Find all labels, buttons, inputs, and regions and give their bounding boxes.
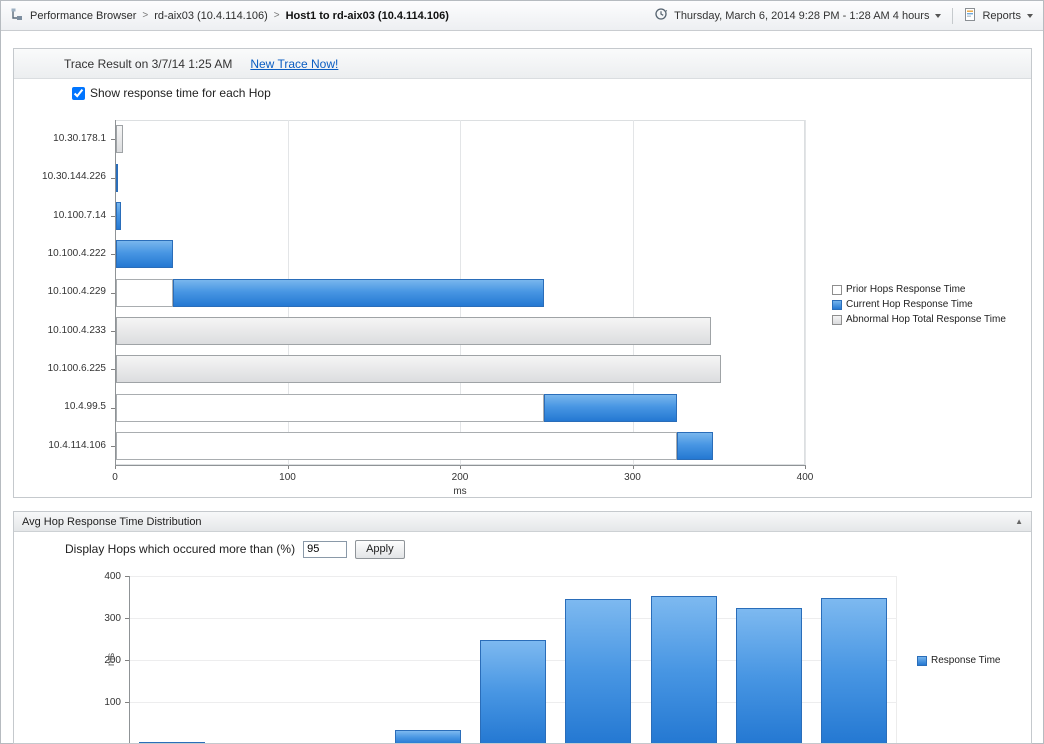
category-label: 10.100.6.225 (14, 350, 106, 388)
page: Performance Browser > rd-aix03 (10.4.114… (0, 0, 1044, 744)
x-tick-label: 400 (785, 472, 825, 483)
time-range-icon (654, 7, 668, 24)
breadcrumb-performance-browser[interactable]: Performance Browser (30, 10, 136, 22)
topbar-right: Thursday, March 6, 2014 9:28 PM - 1:28 A… (654, 7, 1033, 24)
prior-hops-swatch (832, 285, 842, 295)
breadcrumb: Performance Browser > rd-aix03 (10.4.114… (11, 8, 654, 24)
response-time-bar (736, 608, 802, 744)
abnormal-hop-bar (116, 355, 721, 383)
response-time-swatch (917, 656, 927, 666)
y-tick-label: 100 (91, 697, 121, 708)
current-hop-bar (116, 164, 118, 192)
x-tick-label: 0 (95, 472, 135, 483)
hop-filter-row: Display Hops which occured more than (%)… (65, 539, 405, 559)
x-tick-label: 100 (268, 472, 308, 483)
time-range-selector[interactable]: Thursday, March 6, 2014 9:28 PM - 1:28 A… (674, 10, 929, 22)
topbar-divider (952, 8, 953, 24)
category-label: 10.4.114.106 (14, 427, 106, 465)
distribution-panel: Avg Hop Response Time Distribution ▲ 100… (13, 511, 1032, 744)
y-tick-label: 400 (91, 571, 121, 582)
category-label: 10.30.178.1 (14, 120, 106, 158)
gridline (129, 576, 897, 577)
category-label: 10.100.7.14 (14, 197, 106, 235)
breadcrumb-current-page: Host1 to rd-aix03 (10.4.114.106) (286, 10, 449, 22)
current-hop-bar (116, 202, 121, 230)
y-tick-label: 300 (91, 613, 121, 624)
legend-item-abnormal: Abnormal Hop Total Response Time (832, 314, 1006, 325)
prior-hops-bar (116, 394, 544, 422)
legend-label: Abnormal Hop Total Response Time (846, 314, 1006, 325)
x-axis-label: ms (115, 486, 805, 497)
legend-label: Response Time (931, 655, 1000, 666)
response-time-bar (480, 640, 546, 744)
prior-hops-bar (116, 432, 677, 460)
trace-result-header: Trace Result on 3/7/14 1:25 AM New Trace… (14, 49, 1031, 79)
y-axis (129, 576, 130, 744)
x-axis (115, 465, 806, 466)
trace-result-title: Trace Result on 3/7/14 1:25 AM (64, 57, 232, 71)
current-hop-bar (173, 279, 544, 307)
response-time-bar (565, 599, 631, 744)
chevron-down-icon[interactable] (1027, 14, 1033, 18)
legend-label: Current Hop Response Time (846, 299, 973, 310)
trace-result-panel: Trace Result on 3/7/14 1:25 AM New Trace… (13, 48, 1032, 498)
distribution-chart-legend: Response Time (917, 655, 1000, 666)
trace-chart-legend: Prior Hops Response Time Current Hop Res… (832, 284, 1006, 325)
gridline (805, 120, 806, 465)
x-tick-label: 300 (613, 472, 653, 483)
abnormal-hop-bar (116, 317, 711, 345)
response-time-bar (651, 596, 717, 744)
show-response-time-row: Show response time for each Hop (72, 86, 271, 100)
current-hop-swatch (832, 300, 842, 310)
current-hop-bar (677, 432, 713, 460)
category-label: 10.100.4.229 (14, 273, 106, 311)
response-time-bar (821, 598, 887, 744)
abnormal-hop-swatch (832, 315, 842, 325)
category-label: 10.100.4.222 (14, 235, 106, 273)
chevron-down-icon[interactable] (935, 14, 941, 18)
prior-hops-bar (116, 279, 173, 307)
legend-label: Prior Hops Response Time (846, 284, 966, 295)
top-bar: Performance Browser > rd-aix03 (10.4.114… (1, 1, 1043, 31)
category-label: 10.30.144.226 (14, 158, 106, 196)
breadcrumb-separator: > (274, 10, 280, 21)
performance-browser-icon (11, 8, 24, 24)
abnormal-hop-bar (116, 125, 123, 153)
reports-icon (964, 8, 976, 24)
current-hop-bar (116, 240, 173, 268)
breadcrumb-host[interactable]: rd-aix03 (10.4.114.106) (154, 10, 268, 22)
show-response-time-checkbox[interactable] (72, 87, 85, 100)
hop-filter-label: Display Hops which occured more than (%) (65, 542, 295, 556)
x-tick-label: 200 (440, 472, 480, 483)
category-label: 10.100.4.233 (14, 312, 106, 350)
category-label: 10.4.99.5 (14, 388, 106, 426)
y-axis-label: ms (106, 653, 117, 666)
breadcrumb-separator: > (142, 10, 148, 21)
show-response-time-label: Show response time for each Hop (90, 86, 271, 100)
current-hop-bar (544, 394, 677, 422)
reports-menu[interactable]: Reports (982, 10, 1021, 22)
hop-filter-input[interactable] (303, 541, 347, 558)
response-time-bar (395, 730, 461, 744)
new-trace-link[interactable]: New Trace Now! (250, 57, 338, 71)
y-axis (115, 120, 116, 466)
legend-item-current: Current Hop Response Time (832, 299, 1006, 310)
apply-button[interactable]: Apply (355, 540, 405, 559)
legend-item-prior: Prior Hops Response Time (832, 284, 1006, 295)
